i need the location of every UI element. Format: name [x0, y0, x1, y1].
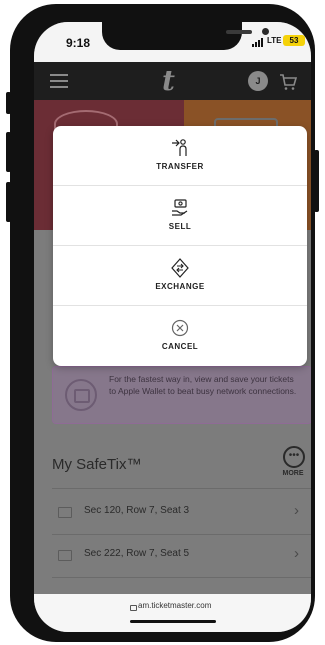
chevron-right-icon: ›: [294, 502, 299, 519]
wallet-icon: [65, 379, 97, 411]
ticket-seat-label: Sec 222, Row 7, Seat 5: [84, 548, 190, 559]
user-avatar[interactable]: J: [248, 71, 268, 91]
more-icon: •••: [283, 446, 305, 468]
network-type: LTE: [267, 36, 282, 45]
app-header: t J: [34, 62, 311, 100]
status-bar: 9:18 LTE 53: [34, 22, 311, 62]
url-text: am.ticketmaster.com: [138, 601, 212, 610]
transfer-icon: [172, 139, 187, 156]
browser-url-bar[interactable]: am.ticketmaster.com: [34, 594, 311, 632]
ticket-seat-label: Sec 120, Row 7, Seat 3: [84, 505, 190, 516]
exchange-label: EXCHANGE: [155, 282, 205, 291]
hamburger-menu-icon[interactable]: [50, 74, 68, 88]
transfer-label: TRANSFER: [156, 162, 204, 171]
notch: [102, 22, 269, 50]
phone-frame: 9:18 LTE 53 t J For the fastest way in, …: [10, 4, 315, 642]
sell-label: SELL: [168, 222, 192, 231]
ticket-icon: [58, 550, 72, 561]
safetix-title: My SafeTix™: [52, 456, 142, 473]
status-time: 9:18: [66, 36, 91, 50]
battery-icon: 53: [283, 35, 305, 46]
cancel-button[interactable]: CANCEL: [53, 306, 307, 366]
exchange-button[interactable]: EXCHANGE: [53, 246, 307, 306]
ticket-row[interactable]: Sec 222, Row 7, Seat 5 ›: [34, 535, 311, 575]
apple-wallet-promo[interactable]: For the fastest way in, view and save yo…: [52, 366, 311, 424]
ticket-row[interactable]: Sec 120, Row 7, Seat 3 ›: [34, 492, 311, 532]
lock-icon: [130, 605, 137, 611]
divider: [52, 488, 311, 489]
more-button[interactable]: ••• MORE: [278, 446, 308, 480]
exchange-icon: [171, 258, 189, 278]
cart-icon[interactable]: [278, 72, 298, 92]
cancel-label: CANCEL: [161, 342, 199, 351]
speaker-grille: [226, 30, 252, 34]
phone-screen: 9:18 LTE 53 t J For the fastest way in, …: [34, 22, 311, 632]
sell-button[interactable]: SELL: [53, 186, 307, 246]
sell-icon: [172, 199, 188, 216]
front-camera: [262, 28, 269, 35]
ticketmaster-logo[interactable]: t: [162, 64, 175, 97]
signal-icon: [252, 37, 266, 47]
more-label: MORE: [282, 470, 304, 477]
battery-level: 53: [289, 36, 299, 45]
wallet-promo-text: For the fastest way in, view and save yo…: [109, 374, 297, 396]
cancel-icon: [171, 319, 189, 337]
divider: [52, 577, 311, 578]
ticket-icon: [58, 507, 72, 518]
home-indicator[interactable]: [130, 620, 216, 623]
ticket-action-menu: TRANSFER SELL EXCHANGE CANCEL: [53, 126, 307, 366]
transfer-button[interactable]: TRANSFER: [53, 126, 307, 186]
chevron-right-icon: ›: [294, 545, 299, 562]
